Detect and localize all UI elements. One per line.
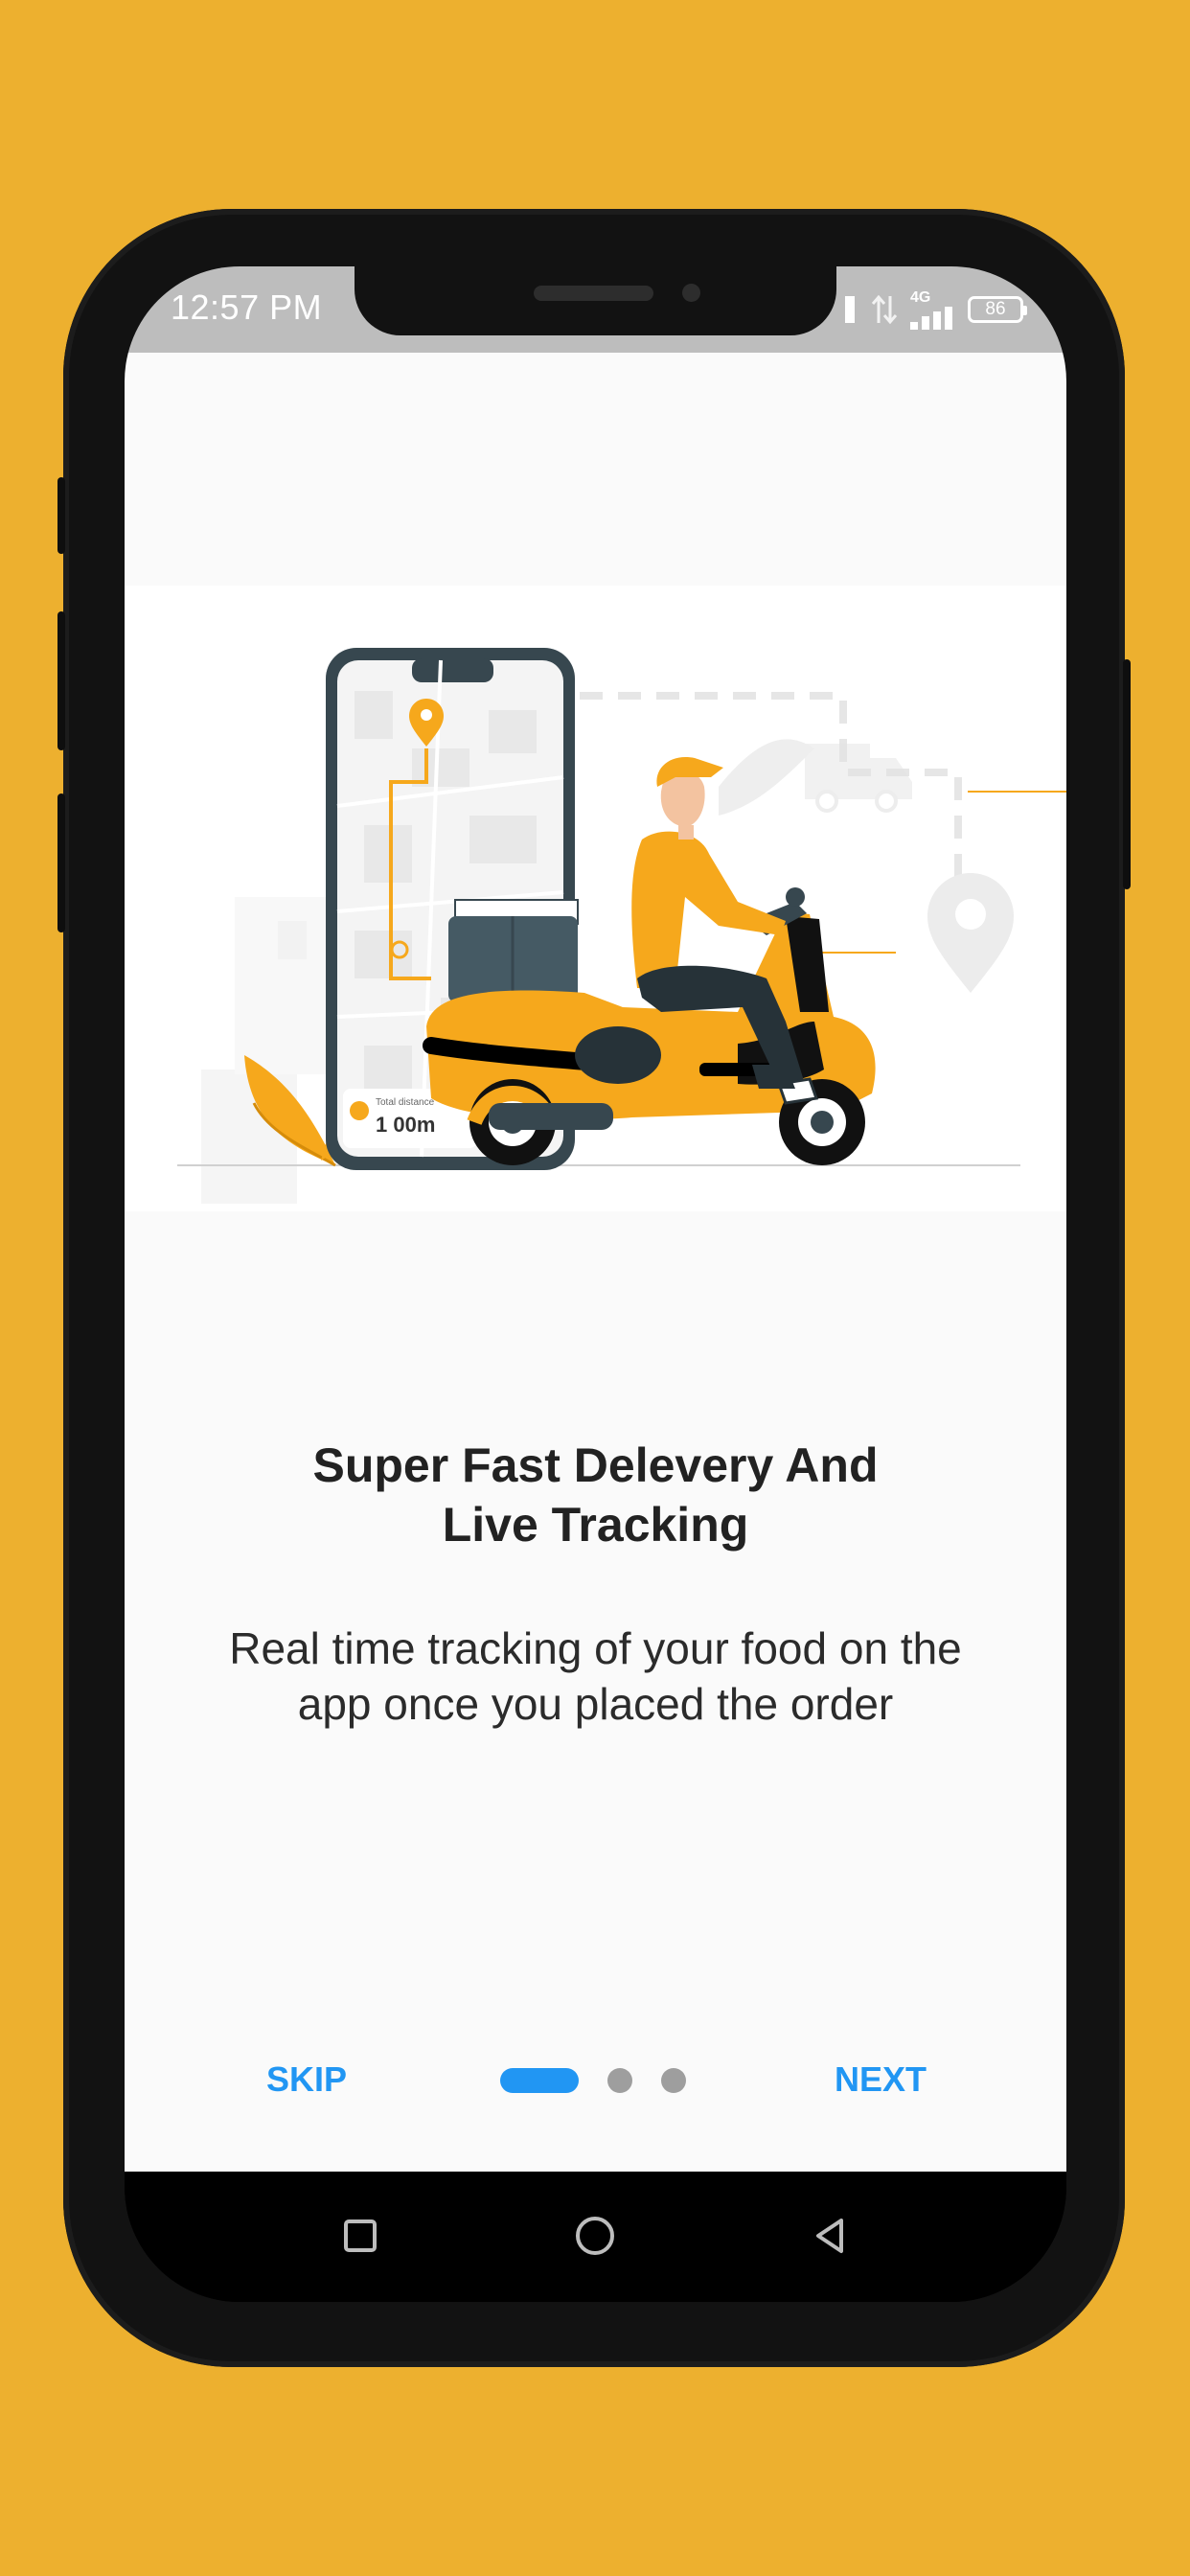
power-button — [1123, 659, 1131, 889]
network-type-label: 4G — [910, 289, 931, 306]
signal-icon — [845, 296, 855, 323]
status-icons: 4G 86 — [841, 289, 1027, 330]
title-line-1: Super Fast Delevery And — [312, 1438, 879, 1492]
onboarding-description: Real time tracking of your food on the a… — [182, 1621, 1009, 1732]
front-camera — [682, 284, 700, 302]
recents-square-icon — [344, 2220, 377, 2252]
location-pin-large-icon — [927, 873, 1014, 993]
delivery-scooter-illustration: Total distance 1 00m — [177, 648, 1066, 1204]
phone-distance-label: Total distance — [376, 1097, 435, 1108]
camera-notch — [355, 266, 836, 335]
status-time: 12:57 PM — [171, 288, 323, 327]
description-line-2: app once you placed the order — [297, 1679, 894, 1729]
volume-button-top — [57, 477, 65, 554]
phone-frame: 12:57 PM 4G 86 Total distance 1 00m Supe… — [57, 209, 1131, 2367]
phone-screen: 12:57 PM 4G 86 Total distance 1 00m Supe… — [125, 266, 1066, 2302]
home-button[interactable] — [564, 2205, 626, 2266]
page-dot-1[interactable] — [500, 2068, 579, 2093]
signal-bars-icon — [910, 307, 952, 330]
system-navigation-bar — [125, 2172, 1066, 2302]
back-triangle-icon — [816, 2219, 843, 2253]
back-button[interactable] — [799, 2205, 860, 2266]
home-circle-icon — [576, 2217, 614, 2255]
onboarding-title: Super Fast Delevery And Live Tracking — [182, 1436, 1009, 1554]
onboarding-controls: SKIP NEXT — [125, 2044, 1066, 2121]
page-indicator — [500, 2068, 686, 2093]
volume-button-down — [57, 794, 65, 932]
recents-button[interactable] — [330, 2205, 391, 2266]
next-button[interactable]: NEXT — [835, 2059, 927, 2100]
delivery-illustration: Total distance 1 00m — [125, 586, 1066, 1211]
title-line-2: Live Tracking — [442, 1498, 749, 1552]
truck-icon — [805, 744, 912, 813]
earpiece-speaker — [534, 286, 653, 301]
volume-button-up — [57, 611, 65, 750]
description-line-1: Real time tracking of your food on the — [229, 1623, 962, 1673]
onboarding-screen: Total distance 1 00m Super Fast Delevery… — [125, 353, 1066, 2172]
battery-level: 86 — [985, 299, 1006, 319]
phone-distance-value: 1 00m — [376, 1113, 435, 1137]
delivery-box-icon — [448, 899, 579, 1002]
skip-button[interactable]: SKIP — [266, 2059, 347, 2100]
battery-icon: 86 — [968, 296, 1027, 323]
data-arrows-icon — [871, 294, 898, 325]
page-dot-3[interactable] — [661, 2068, 686, 2093]
page-dot-2[interactable] — [607, 2068, 632, 2093]
background-buildings — [201, 897, 335, 1204]
